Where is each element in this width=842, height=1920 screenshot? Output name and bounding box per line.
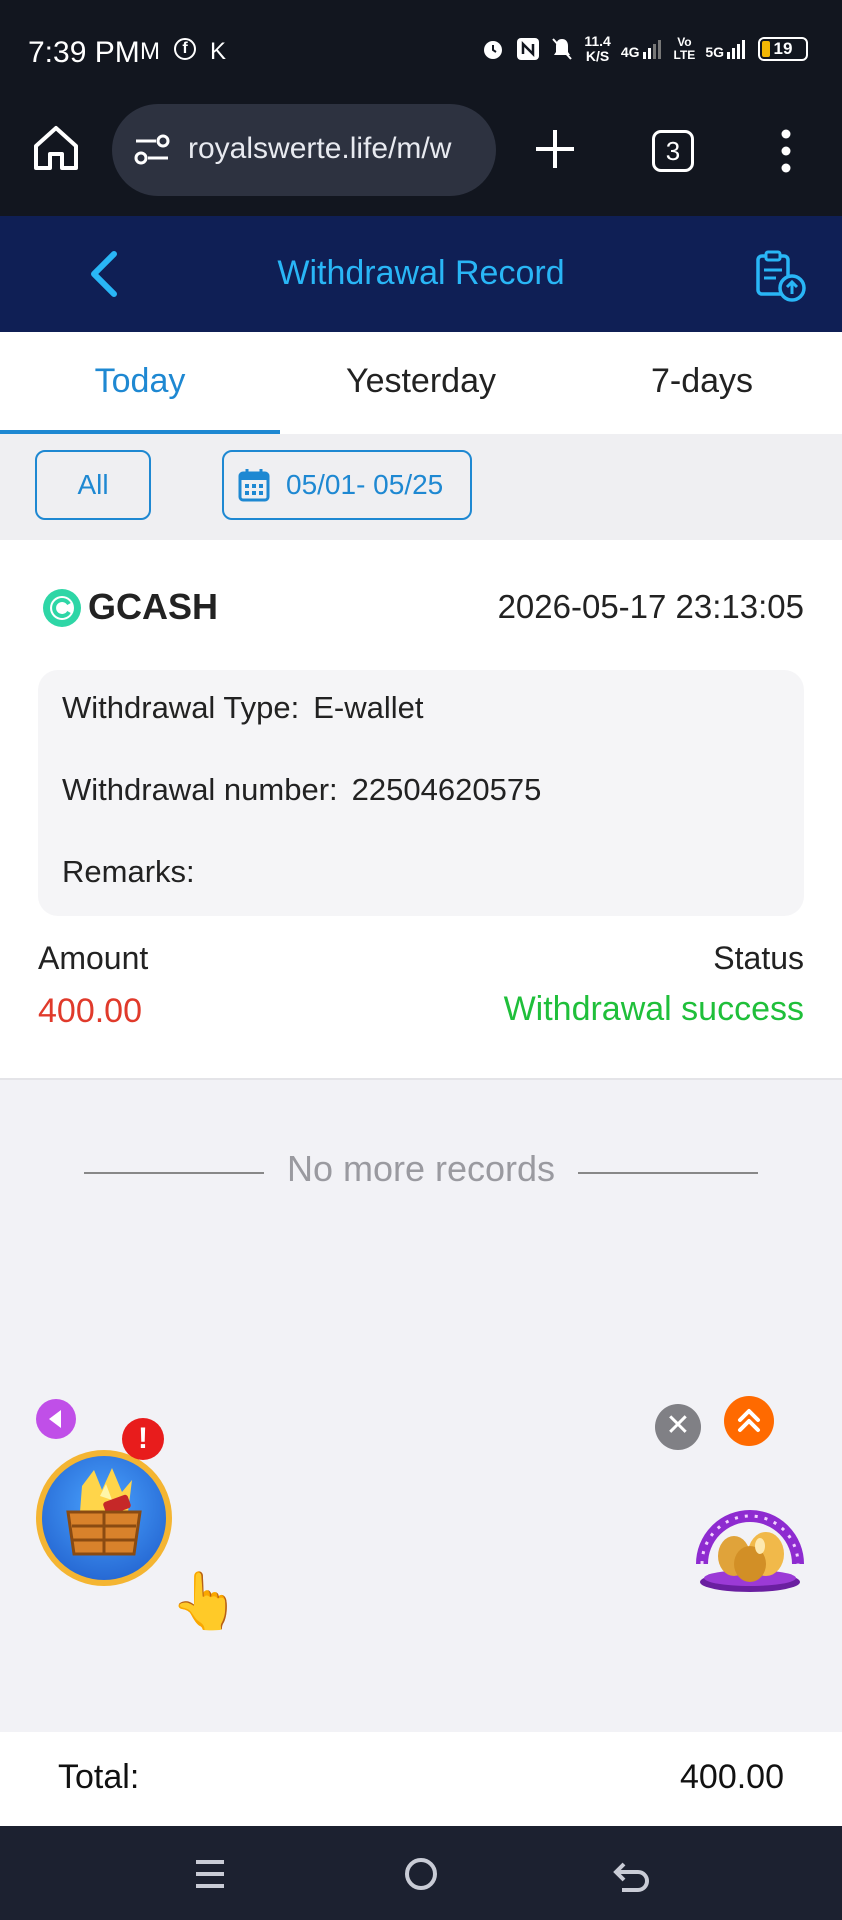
site-settings-icon[interactable]: [132, 132, 172, 168]
treasure-chest-widget[interactable]: [36, 1450, 172, 1586]
withdrawal-type-row: Withdrawal Type: E-wallet: [62, 690, 423, 726]
mute-bell-icon: [552, 38, 573, 60]
filter-all-button[interactable]: All: [35, 450, 151, 520]
withdrawal-number-value: 22504620575: [351, 772, 542, 807]
amount-value: 400.00: [38, 992, 142, 1030]
volte-indicator: Vo LTE: [673, 35, 696, 62]
date-range-label: 05/01- 05/25: [286, 469, 444, 500]
amount-label: Amount: [38, 940, 149, 976]
alert-badge: !: [122, 1418, 164, 1460]
status-label: Status: [713, 940, 804, 976]
network-speed: 11.4 K/S: [584, 33, 611, 64]
signal-bars-icon: [727, 40, 745, 59]
system-navigation-bar: [0, 1826, 842, 1920]
list-end-indicator: No more records: [0, 1148, 842, 1192]
status-time: 7:39 PM: [28, 36, 140, 69]
tab-today[interactable]: Today: [0, 332, 280, 434]
battery-fill: [762, 41, 770, 57]
app-notification-icon: K: [210, 38, 227, 65]
total-value: 400.00: [680, 1758, 784, 1796]
url-text[interactable]: royalswerte.life/m/w: [188, 132, 451, 166]
record-details: Withdrawal Type: E-wallet Withdrawal numb…: [38, 670, 804, 916]
system-indicators: 11.4 K/S 4G Vo LTE 5G 19: [480, 34, 808, 64]
filter-bar: All 05/01- 05/25: [0, 434, 842, 540]
scroll-top-button[interactable]: [724, 1396, 774, 1446]
page-title: Withdrawal Record: [277, 254, 565, 292]
record-datetime: 2026-05-17 23:13:05: [497, 588, 804, 625]
back-gesture-icon[interactable]: [608, 1850, 656, 1898]
remarks-label: Remarks:: [62, 854, 195, 889]
play-left-icon: [49, 1410, 61, 1428]
tab-switcher-button[interactable]: 3: [652, 130, 694, 172]
no-more-records-text: No more records: [286, 1148, 556, 1189]
facebook-icon: f: [174, 38, 196, 60]
gcash-logo-icon: [43, 589, 81, 627]
pointing-hand-icon: 👆: [170, 1569, 240, 1632]
payment-method-name: GCASH: [88, 586, 219, 627]
close-widget-button[interactable]: ✕: [655, 1404, 701, 1450]
withdrawal-type-label: Withdrawal Type:: [62, 690, 300, 725]
gmail-icon: M: [140, 38, 160, 65]
nfc-icon: [517, 38, 540, 60]
divider-right: [578, 1172, 758, 1174]
withdrawal-type-value: E-wallet: [313, 690, 424, 725]
status-value: Withdrawal success: [503, 990, 804, 1028]
double-chevron-up-icon: [738, 1409, 760, 1432]
record-export-icon[interactable]: [752, 248, 808, 304]
new-tab-plus-icon[interactable]: [532, 126, 578, 172]
more-menu-icon[interactable]: [776, 128, 796, 174]
date-range-button[interactable]: 05/01- 05/25: [222, 450, 472, 520]
home-circle-icon[interactable]: [397, 1850, 445, 1898]
golden-eggs-widget-icon[interactable]: [696, 1494, 804, 1594]
tab-yesterday[interactable]: Yesterday: [281, 332, 561, 434]
address-bar[interactable]: royalswerte.life/m/w: [112, 104, 496, 196]
withdrawal-record-card[interactable]: GCASH 2026-05-17 23:13:05 Withdrawal Typ…: [0, 540, 842, 1080]
signal-5g: 5G: [705, 38, 748, 60]
total-summary-bar: Total: 400.00: [0, 1732, 842, 1826]
home-icon[interactable]: [30, 122, 82, 174]
tab-7-days[interactable]: 7-days: [562, 332, 842, 434]
signal-4g: 4G: [621, 38, 664, 60]
treasure-chest-icon: [66, 1468, 142, 1556]
total-label: Total:: [58, 1758, 140, 1796]
notification-icons: M f K: [140, 38, 226, 66]
browser-toolbar: royalswerte.life/m/w 3: [0, 90, 842, 216]
withdrawal-number-row: Withdrawal number: 22504620575: [62, 772, 541, 808]
signal-bars-icon: [642, 40, 661, 59]
calendar-icon: [238, 469, 270, 502]
withdrawal-number-label: Withdrawal number:: [62, 772, 338, 807]
page-header: Withdrawal Record: [0, 216, 842, 332]
alarm-icon: [484, 41, 503, 59]
remarks-row: Remarks:: [62, 854, 209, 890]
collapse-widget-button[interactable]: [36, 1399, 76, 1439]
date-tabs: Today Yesterday 7-days: [0, 332, 842, 434]
recent-apps-icon[interactable]: [186, 1850, 234, 1898]
status-bar: 7:39 PM M f K 11.4 K/S 4G Vo LTE 5G 19: [0, 0, 842, 90]
battery-indicator: 19: [758, 37, 808, 61]
